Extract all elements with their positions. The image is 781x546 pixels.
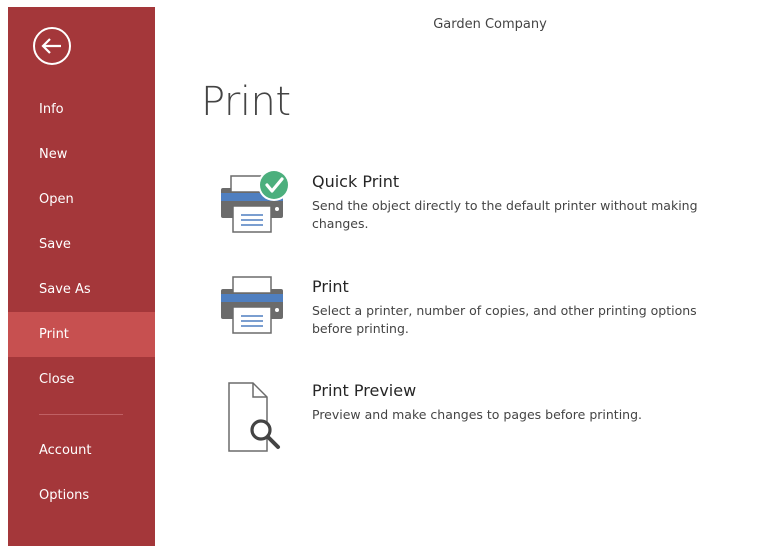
sidebar-item-new[interactable]: New [8, 132, 155, 177]
sidebar-item-options[interactable]: Options [8, 473, 155, 518]
main-content: Garden Company Print Quick Print Send th… [155, 7, 781, 546]
back-button[interactable] [31, 25, 73, 67]
sidebar-item-close[interactable]: Close [8, 357, 155, 402]
sidebar-item-label: Open [39, 192, 74, 207]
printer-icon [221, 276, 283, 334]
sidebar-item-label: Close [39, 372, 75, 387]
printer-check-icon [221, 169, 290, 233]
sidebar-item-label: Save As [39, 282, 91, 297]
sidebar-item-info[interactable]: Info [8, 87, 155, 132]
back-arrow-circle-icon [33, 27, 71, 65]
print-preview-option[interactable]: Print Preview Preview and make changes t… [215, 375, 735, 455]
sidebar-item-open[interactable]: Open [8, 177, 155, 222]
backstage-sidebar: Info New Open Save Save As Print Close A… [8, 7, 155, 546]
sidebar-item-label: Account [39, 443, 92, 458]
sidebar-item-label: Info [39, 102, 64, 117]
document-title: Garden Company [433, 17, 547, 32]
option-description: Send the object directly to the default … [312, 198, 698, 231]
page-title: Print [201, 79, 291, 125]
option-title: Quick Print [312, 172, 400, 191]
print-preview-icon [228, 382, 280, 452]
sidebar-item-label: Options [39, 488, 90, 503]
sidebar-item-label: Print [39, 327, 69, 342]
option-title: Print [312, 277, 349, 296]
sidebar-item-print[interactable]: Print [8, 312, 155, 357]
option-description: Preview and make changes to pages before… [312, 407, 643, 422]
window-top-border [0, 0, 781, 7]
sidebar-item-account[interactable]: Account [8, 428, 155, 473]
sidebar-item-save-as[interactable]: Save As [8, 267, 155, 312]
sidebar-item-label: Save [39, 237, 71, 252]
sidebar-divider [39, 414, 123, 415]
print-option[interactable]: Print Select a printer, number of copies… [215, 269, 735, 349]
window-left-border [0, 0, 8, 546]
quick-print-option[interactable]: Quick Print Send the object directly to … [215, 164, 735, 244]
sidebar-item-save[interactable]: Save [8, 222, 155, 267]
option-title: Print Preview [312, 381, 417, 400]
option-description: Select a printer, number of copies, and … [312, 303, 697, 336]
sidebar-item-label: New [39, 147, 68, 162]
